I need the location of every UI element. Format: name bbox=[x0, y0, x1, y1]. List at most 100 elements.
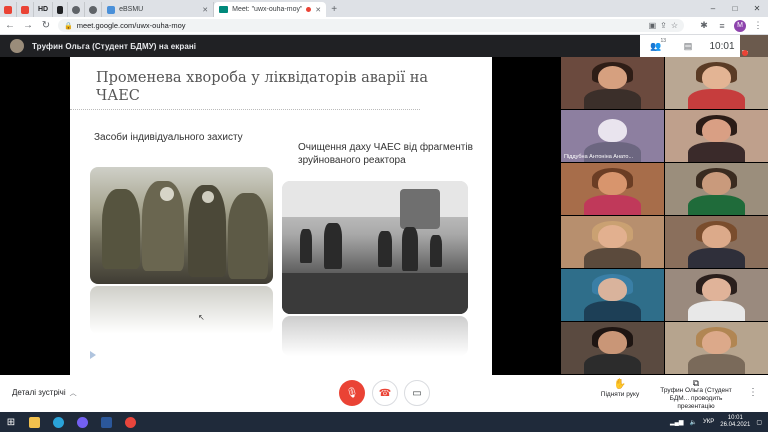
minimize-icon[interactable]: – bbox=[702, 0, 724, 17]
participant-face bbox=[598, 66, 627, 90]
participant-tile[interactable]: Піддубна Антоніна Анато... bbox=[561, 110, 664, 162]
telegram-icon bbox=[52, 416, 64, 428]
participant-tile[interactable] bbox=[665, 57, 768, 109]
participant-face bbox=[598, 225, 627, 249]
tab-globe-2[interactable] bbox=[85, 2, 103, 17]
participant-face bbox=[702, 278, 731, 302]
volume-icon[interactable]: 🔈 bbox=[690, 419, 697, 426]
tab-globe-1[interactable] bbox=[68, 2, 86, 17]
taskbar-app[interactable] bbox=[46, 412, 70, 432]
meeting-clock: 10:01 bbox=[709, 40, 735, 52]
more-options-icon[interactable]: ⋮ bbox=[748, 387, 758, 398]
forward-icon[interactable]: → bbox=[22, 20, 34, 31]
close-icon[interactable]: ✕ bbox=[202, 6, 208, 14]
roof-cleanup-photo bbox=[282, 181, 468, 314]
browser-tab-strip: HD eBSMU ✕ Meet: "uwx-ouha-moy" ✕ + – □ … bbox=[0, 0, 768, 17]
chevron-up-icon: ︿ bbox=[69, 390, 77, 397]
raise-hand-button[interactable]: ✋ Підняти руку bbox=[597, 379, 643, 398]
camera-toggle-button[interactable]: ▭ bbox=[404, 380, 430, 406]
keyboard-language[interactable]: УКР bbox=[703, 419, 714, 425]
tab-gmail-2[interactable] bbox=[17, 2, 34, 17]
new-tab-button[interactable]: + bbox=[326, 2, 342, 17]
participant-tile[interactable] bbox=[665, 322, 768, 374]
system-tray: ▂▄▆ 🔈 УКР 10:01 26.04.2021 ▢ bbox=[670, 415, 768, 429]
people-button[interactable]: 👥 13 bbox=[640, 35, 672, 57]
globe-icon bbox=[72, 5, 81, 14]
slide-divider bbox=[70, 109, 420, 110]
hand-icon: ✋ bbox=[613, 379, 627, 390]
tab-hd[interactable]: HD bbox=[34, 2, 54, 17]
maximize-icon[interactable]: □ bbox=[724, 0, 746, 17]
participant-tile[interactable] bbox=[561, 322, 664, 374]
self-view-tile[interactable]: Ви bbox=[740, 35, 768, 57]
presentation-stage: Променева хвороба у ліквідаторів аварії … bbox=[0, 57, 560, 375]
participant-body bbox=[583, 301, 642, 321]
pen-icon bbox=[57, 5, 64, 14]
slide-left-heading: Засоби індивідуального захисту bbox=[94, 132, 243, 143]
microphone-toggle-button[interactable]: 🎙 bbox=[339, 380, 365, 406]
participant-tile[interactable] bbox=[665, 163, 768, 215]
participant-tile[interactable] bbox=[561, 57, 664, 109]
photo-reflection-left bbox=[90, 286, 273, 334]
windows-start-icon[interactable]: ⊞ bbox=[0, 412, 22, 432]
camera-permission-icon[interactable]: ▣ bbox=[649, 21, 657, 30]
tab-ebsmu[interactable]: eBSMU ✕ bbox=[102, 2, 215, 17]
camera-icon: ▭ bbox=[412, 387, 422, 399]
participant-face bbox=[702, 331, 731, 355]
menu-kebab-icon[interactable]: ⋮ bbox=[752, 20, 764, 31]
tab-meet-label: Meet: "uwx-ouha-moy" bbox=[232, 6, 303, 13]
tab-pen[interactable] bbox=[53, 2, 69, 17]
participant-tile[interactable] bbox=[561, 163, 664, 215]
presentation-slide: Променева хвороба у ліквідаторів аварії … bbox=[70, 57, 492, 375]
lock-icon: 🔒 bbox=[64, 22, 73, 30]
slide-right-heading: Очищення даху ЧАЕС від фрагментів зруйно… bbox=[298, 142, 473, 166]
participant-tile[interactable] bbox=[561, 216, 664, 268]
share-icon[interactable]: ⇪ bbox=[660, 21, 667, 30]
meeting-controls: Деталі зустрічі ︿ 🎙 ☎ ▭ ✋ Підняти руку ⧉ … bbox=[0, 375, 768, 412]
url-field[interactable]: 🔒 meet.google.com/uwx-ouha-moy ▣ ⇪ ☆ bbox=[58, 19, 684, 32]
taskbar-app[interactable] bbox=[70, 412, 94, 432]
profile-avatar[interactable]: M bbox=[734, 19, 746, 32]
tab-ebsmu-label: eBSMU bbox=[119, 6, 144, 13]
notifications-icon[interactable]: ▢ bbox=[756, 419, 762, 426]
system-clock[interactable]: 10:01 26.04.2021 bbox=[720, 415, 750, 429]
recording-dot-icon bbox=[306, 7, 312, 12]
address-bar: ← → ↻ 🔒 meet.google.com/uwx-ouha-moy ▣ ⇪… bbox=[0, 17, 768, 35]
participant-face bbox=[598, 172, 627, 196]
participant-face bbox=[598, 331, 627, 355]
presenting-label: Труфин Ольга (Студент БДМ... проводить п… bbox=[660, 387, 732, 410]
presenting-status-button[interactable]: ⧉ Труфин Ольга (Студент БДМ... проводить… bbox=[652, 379, 740, 411]
media-icon[interactable]: ≡ bbox=[716, 21, 728, 31]
meeting-details-button[interactable]: Деталі зустрічі ︿ bbox=[12, 388, 77, 398]
chat-button[interactable]: ▤ bbox=[672, 35, 704, 57]
tab-gmail-1[interactable] bbox=[0, 2, 17, 17]
participant-face bbox=[598, 278, 627, 302]
participant-body bbox=[583, 195, 642, 215]
chrome-icon bbox=[124, 416, 136, 428]
participant-name: Піддубна Антоніна Анато... bbox=[564, 154, 634, 160]
system-time: 10:01 bbox=[727, 415, 743, 421]
reload-icon[interactable]: ↻ bbox=[40, 20, 52, 31]
taskbar-app[interactable] bbox=[22, 412, 46, 432]
taskbar-app[interactable] bbox=[94, 412, 118, 432]
close-icon[interactable]: ✕ bbox=[315, 6, 321, 14]
participant-body bbox=[687, 142, 746, 162]
back-icon[interactable]: ← bbox=[4, 20, 16, 31]
bookmark-star-icon[interactable]: ☆ bbox=[671, 21, 678, 30]
participant-tile[interactable] bbox=[665, 216, 768, 268]
network-icon[interactable]: ▂▄▆ bbox=[670, 419, 683, 426]
raise-hand-label: Підняти руку bbox=[600, 391, 640, 398]
participant-body bbox=[583, 89, 642, 109]
participant-tile[interactable] bbox=[665, 110, 768, 162]
taskbar-app[interactable] bbox=[118, 412, 142, 432]
slide-title: Променева хвороба у ліквідаторів аварії … bbox=[96, 70, 429, 104]
globe-icon bbox=[89, 5, 98, 14]
participant-tile[interactable] bbox=[665, 269, 768, 321]
participant-tile[interactable] bbox=[561, 269, 664, 321]
extensions-icon[interactable]: ✱ bbox=[698, 20, 710, 31]
tab-meet[interactable]: Meet: "uwx-ouha-moy" ✕ bbox=[214, 2, 327, 17]
leave-call-button[interactable]: ☎ bbox=[372, 380, 398, 406]
close-window-icon[interactable]: ✕ bbox=[746, 0, 768, 17]
tab-hd-label: HD bbox=[38, 6, 49, 13]
hang-up-icon: ☎ bbox=[378, 387, 392, 399]
